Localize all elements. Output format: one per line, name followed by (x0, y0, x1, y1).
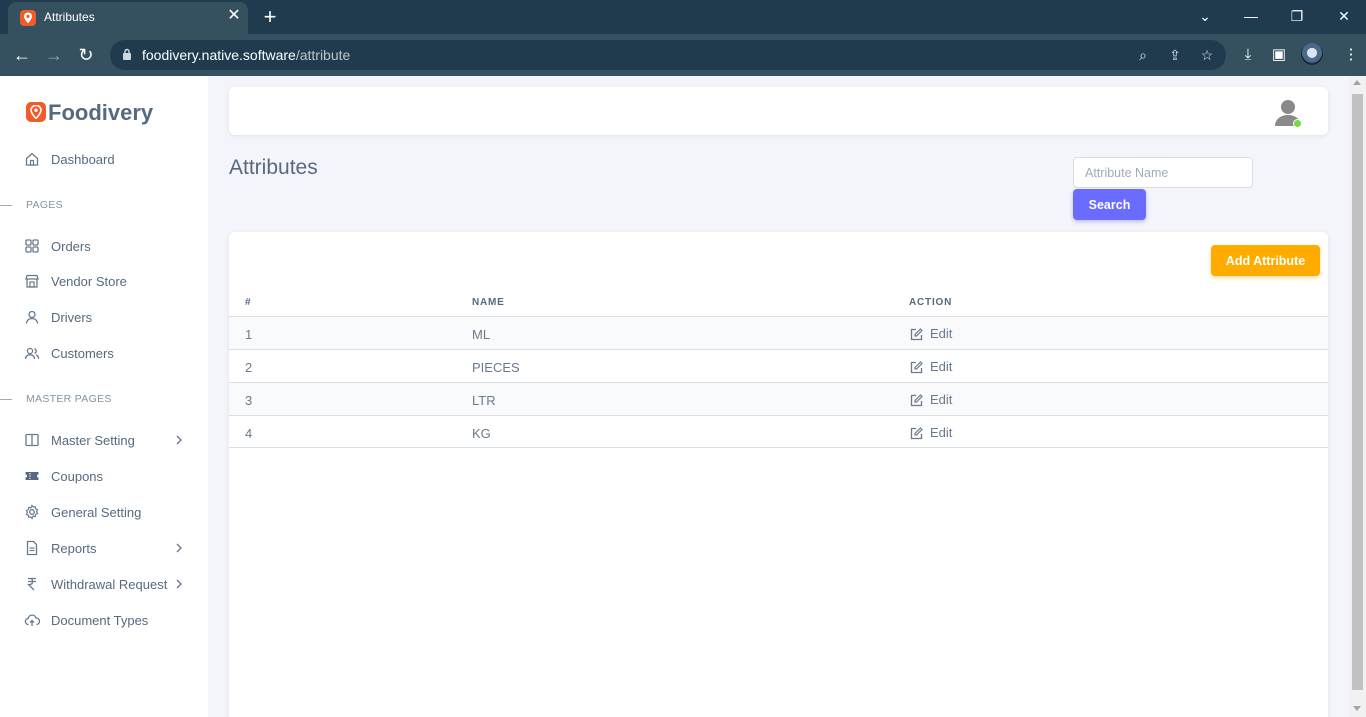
edit-icon (910, 394, 923, 407)
gear-icon (25, 504, 39, 520)
attributes-card: Add Attribute # NAME ACTION 1 ML Edit 2 … (229, 232, 1328, 717)
table-row: 1 ML Edit (229, 316, 1328, 349)
url-text: foodivery.native.software/attribute (142, 47, 351, 63)
row-number: 1 (245, 327, 253, 342)
sidebar: Foodivery Dashboard PAGES Orders Vendor … (0, 76, 208, 717)
row-number: 4 (245, 426, 253, 441)
sidebar-item-label: Vendor Store (51, 274, 127, 289)
pin-icon (26, 102, 46, 122)
users-icon (24, 347, 40, 360)
restore-icon[interactable]: ❐ (1287, 6, 1307, 26)
attribute-name-input[interactable] (1073, 157, 1253, 188)
edit-icon (910, 361, 923, 374)
sidebar-item-label: Customers (51, 346, 114, 361)
chevron-right-icon (176, 543, 182, 553)
chevron-right-icon (176, 435, 182, 445)
download-icon[interactable]: ⤓ (1238, 45, 1258, 65)
row-name: PIECES (472, 360, 520, 375)
brand-name: Foodivery (48, 100, 154, 125)
forward-icon[interactable]: → (43, 44, 65, 66)
row-name: KG (472, 426, 491, 441)
column-header-action: ACTION (909, 297, 953, 308)
store-icon (25, 274, 39, 288)
lock-icon (123, 48, 131, 60)
section-header-master-pages: MASTER PAGES (0, 393, 200, 407)
sidebar-item-general-setting[interactable]: General Setting (24, 502, 194, 524)
sidebar-item-label: Dashboard (51, 152, 115, 167)
side-panel-icon[interactable]: ▣ (1269, 45, 1289, 65)
top-navbar (229, 87, 1328, 135)
table-row: 4 KG Edit (229, 415, 1328, 448)
edit-icon (910, 328, 923, 341)
book-icon (25, 433, 39, 447)
pin-icon (20, 10, 36, 26)
user-icon (25, 310, 39, 324)
tab-title: Attributes (44, 10, 95, 24)
sidebar-item-reports[interactable]: Reports (24, 538, 194, 560)
browser-tab[interactable]: Attributes ✕ (8, 2, 248, 34)
browser-tab-bar: Attributes ✕ + ⌄ — ❐ ✕ (0, 0, 1366, 34)
search-button[interactable]: Search (1073, 189, 1146, 220)
menu-icon[interactable]: ⋮ (1341, 45, 1361, 65)
sidebar-item-master-setting[interactable]: Master Setting (24, 430, 194, 452)
share-icon[interactable]: ⇪ (1166, 46, 1184, 64)
file-icon (26, 540, 38, 556)
section-header-pages: PAGES (0, 199, 200, 213)
sidebar-item-label: Drivers (51, 310, 93, 325)
cloud-upload-icon (24, 614, 40, 626)
sidebar-item-document-types[interactable]: Document Types (24, 610, 194, 632)
sidebar-item-label: Master Setting (51, 433, 135, 448)
online-status-dot (1293, 119, 1302, 128)
close-icon[interactable]: ✕ (226, 8, 242, 24)
page-scrollbar[interactable] (1349, 76, 1366, 717)
sidebar-item-label: Coupons (51, 469, 104, 484)
row-name: ML (472, 327, 491, 342)
sidebar-item-customers[interactable]: Customers (24, 343, 194, 365)
table-row: 2 PIECES Edit (229, 349, 1328, 382)
reload-icon[interactable]: ↻ (75, 44, 97, 66)
browser-address-bar: ← → ↻ foodivery.native.software/attribut… (0, 34, 1366, 76)
sidebar-item-label: Withdrawal Request (51, 577, 168, 592)
edit-label: Edit (930, 326, 953, 341)
column-header-name: NAME (472, 297, 505, 308)
sidebar-item-drivers[interactable]: Drivers (24, 307, 194, 329)
row-number: 3 (245, 393, 253, 408)
scroll-up-icon[interactable] (1353, 80, 1361, 85)
zoom-icon[interactable]: ⌕ (1134, 46, 1152, 64)
new-tab-icon[interactable]: + (258, 5, 282, 29)
edit-label: Edit (930, 359, 953, 374)
minimize-icon[interactable]: — (1241, 6, 1261, 26)
sidebar-item-label: General Setting (51, 505, 142, 520)
sidebar-item-withdrawal-request[interactable]: Withdrawal Request (24, 574, 194, 596)
sidebar-item-coupons[interactable]: Coupons (24, 466, 194, 488)
star-icon[interactable]: ☆ (1198, 46, 1216, 64)
chevron-down-icon[interactable]: ⌄ (1195, 6, 1215, 26)
sidebar-item-label: Orders (51, 239, 91, 254)
sidebar-item-label: Reports (51, 541, 97, 556)
ticket-icon (25, 472, 39, 480)
window-close-icon[interactable]: ✕ (1334, 6, 1354, 26)
rupee-icon (26, 577, 36, 591)
profile-avatar[interactable] (1301, 43, 1323, 65)
sidebar-item-dashboard[interactable]: Dashboard (24, 149, 194, 171)
sidebar-item-vendor-store[interactable]: Vendor Store (24, 271, 194, 293)
page-title: Attributes (229, 156, 318, 179)
table-row: 3 LTR Edit (229, 382, 1328, 415)
add-attribute-button[interactable]: Add Attribute (1211, 245, 1320, 276)
chevron-right-icon (176, 579, 182, 589)
sidebar-item-label: Document Types (51, 613, 149, 628)
edit-icon (910, 427, 923, 440)
grid-icon (25, 239, 39, 253)
column-header-number: # (245, 297, 252, 308)
home-icon (25, 152, 39, 166)
row-number: 2 (245, 360, 253, 375)
row-name: LTR (472, 393, 496, 408)
back-icon[interactable]: ← (11, 44, 33, 66)
sidebar-item-orders[interactable]: Orders (24, 236, 194, 258)
scroll-down-icon[interactable] (1353, 706, 1361, 711)
edit-label: Edit (930, 425, 953, 440)
scroll-thumb[interactable] (1352, 94, 1363, 690)
edit-label: Edit (930, 392, 953, 407)
url-field[interactable]: foodivery.native.software/attribute ⌕ ⇪ … (110, 40, 1226, 70)
